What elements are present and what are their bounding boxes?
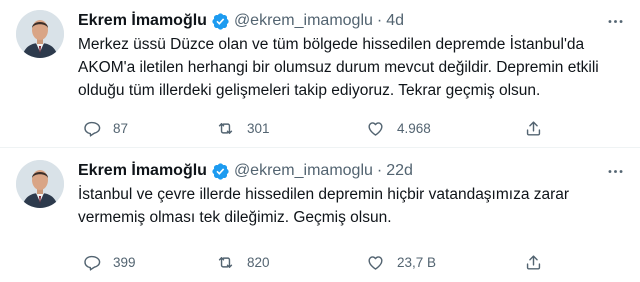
more-options-icon[interactable]: [604, 160, 626, 182]
tweet-content: Ekrem İmamoğlu @ekrem_imamoglu · 22d İst…: [78, 160, 626, 229]
tweet-actions: 87 301 4.968: [78, 116, 558, 140]
tweet-feed: Ekrem İmamoğlu @ekrem_imamoglu · 4d Merk…: [0, 0, 640, 282]
reply-icon: [84, 255, 101, 271]
avatar[interactable]: [16, 10, 64, 58]
more-options-icon[interactable]: [604, 10, 626, 32]
tweet-text: Merkez üssü Düzce olan ve tüm bölgede hi…: [78, 36, 599, 99]
author-name[interactable]: Ekrem İmamoğlu: [78, 162, 207, 180]
share-icon: [526, 120, 541, 136]
reply-icon: [84, 121, 101, 137]
share-button[interactable]: [524, 253, 543, 272]
tweet[interactable]: Ekrem İmamoğlu @ekrem_imamoglu · 22d İst…: [0, 148, 640, 282]
verified-badge-icon: [211, 162, 230, 181]
reply-button[interactable]: 87: [82, 119, 128, 138]
tweet-actions: 399 820 23,7 B: [78, 250, 558, 274]
heart-icon: [368, 121, 383, 136]
like-button[interactable]: 23,7 B: [366, 253, 436, 272]
share-button[interactable]: [524, 119, 543, 138]
author-handle[interactable]: @ekrem_imamoglu: [234, 12, 373, 30]
like-button[interactable]: 4.968: [366, 119, 431, 138]
avatar[interactable]: [16, 160, 64, 208]
retweet-count: 820: [247, 254, 270, 270]
tweet-timestamp[interactable]: 4d: [386, 12, 404, 30]
like-count: 23,7 B: [397, 254, 437, 270]
author-name[interactable]: Ekrem İmamoğlu: [78, 12, 207, 30]
tweet[interactable]: Ekrem İmamoğlu @ekrem_imamoglu · 4d Merk…: [0, 0, 640, 148]
tweet-timestamp[interactable]: 22d: [386, 162, 413, 180]
retweet-icon: [218, 256, 233, 268]
tweet-content: Ekrem İmamoğlu @ekrem_imamoglu · 4d Merk…: [78, 10, 626, 102]
tweet-header: Ekrem İmamoğlu @ekrem_imamoglu · 4d: [78, 10, 626, 32]
retweet-button[interactable]: 301: [216, 119, 270, 138]
retweet-button[interactable]: 820: [216, 253, 270, 272]
retweet-count: 301: [247, 120, 270, 136]
author-handle[interactable]: @ekrem_imamoglu: [234, 162, 373, 180]
separator-dot: ·: [376, 162, 383, 179]
share-icon: [526, 254, 541, 270]
reply-count: 87: [113, 120, 129, 136]
reply-button[interactable]: 399: [82, 253, 136, 272]
verified-badge-icon: [211, 12, 230, 31]
retweet-icon: [218, 122, 233, 134]
tweet-header: Ekrem İmamoğlu @ekrem_imamoglu · 22d: [78, 160, 626, 182]
heart-icon: [368, 255, 383, 270]
like-count: 4.968: [397, 120, 431, 136]
reply-count: 399: [113, 254, 136, 270]
separator-dot: ·: [376, 12, 383, 29]
tweet-text: İstanbul ve çevre illerde hissedilen dep…: [78, 186, 570, 226]
